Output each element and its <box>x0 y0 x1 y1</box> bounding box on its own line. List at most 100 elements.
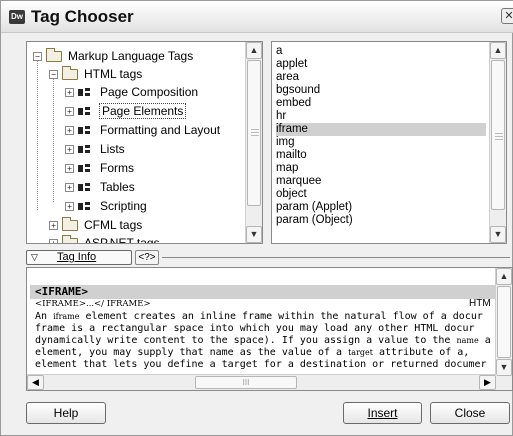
list-item[interactable]: param (Applet) <box>276 201 486 214</box>
dialog-title: Tag Chooser <box>31 7 134 26</box>
description-line: dynamically write content to the space).… <box>35 335 490 346</box>
description-line: element, you may supply that name as the… <box>35 347 470 358</box>
list-item[interactable]: img <box>276 136 486 149</box>
list-item[interactable]: applet <box>276 58 486 71</box>
title-bar[interactable]: Dw Tag Chooser ✕ <box>1 1 513 33</box>
dreamweaver-app-icon: Dw <box>9 10 25 24</box>
tree-item-label: Tables <box>100 180 135 194</box>
tree-item-html-tags[interactable]: − HTML tags <box>49 65 142 83</box>
list-item[interactable]: marquee <box>276 175 486 188</box>
tree-item-label: CFML tags <box>84 218 143 232</box>
tree-item-label: Scripting <box>100 199 147 213</box>
list-item[interactable]: object <box>276 188 486 201</box>
close-button-label: Close <box>454 406 486 420</box>
expand-icon[interactable]: + <box>65 126 74 136</box>
scroll-thumb[interactable] <box>497 286 511 358</box>
tree-item-markup-language-tags[interactable]: − Markup Language Tags <box>33 47 193 65</box>
close-window-icon[interactable]: ✕ <box>501 8 513 24</box>
tag-group-icon <box>78 201 92 212</box>
tree-item-tables[interactable]: + Tables <box>65 178 135 196</box>
tag-group-icon <box>78 125 92 136</box>
scroll-down-icon[interactable]: ▼ <box>496 359 512 376</box>
folder-icon <box>62 217 78 232</box>
scroll-left-icon[interactable]: ◀ <box>27 375 44 390</box>
tag-info-bar: ▽ Tag Info <?> <box>26 250 510 266</box>
expand-icon[interactable]: + <box>65 107 74 117</box>
scroll-thumb[interactable] <box>491 60 505 210</box>
tag-group-icon <box>78 144 92 155</box>
tag-group-icon <box>78 87 92 98</box>
expand-icon[interactable]: + <box>65 88 74 98</box>
description-line: element that lets you define a target fo… <box>35 359 487 370</box>
folder-icon <box>62 66 78 81</box>
tree-item-scripting[interactable]: + Scripting <box>65 197 147 215</box>
tree-item-label: Formatting and Layout <box>100 123 221 137</box>
collapse-icon[interactable]: − <box>33 52 42 62</box>
insert-button-label: Insert <box>367 406 398 420</box>
tree-item-lists[interactable]: + Lists <box>65 140 125 158</box>
code-hint-icon[interactable]: <?> <box>135 250 159 265</box>
description-line: frame is a rectangular space into which … <box>35 323 475 334</box>
scroll-up-icon[interactable]: ▲ <box>496 268 512 285</box>
tree-scrollbar[interactable]: ▲ ▼ <box>245 42 262 243</box>
close-button[interactable]: Close <box>430 402 510 424</box>
info-horizontal-scrollbar[interactable]: ◀ III ▶ <box>27 374 497 390</box>
tree-item-cfml-tags[interactable]: + CFML tags <box>49 216 142 234</box>
tag-syntax: <IFRAME>...</ IFRAME> <box>35 299 151 309</box>
scroll-down-icon[interactable]: ▼ <box>246 226 262 243</box>
expand-icon[interactable]: + <box>49 221 58 231</box>
list-item-selected[interactable]: iframe <box>276 123 486 136</box>
tag-group-icon <box>78 182 92 193</box>
tree-item-formatting-and-layout[interactable]: + Formatting and Layout <box>65 121 220 139</box>
scroll-up-icon[interactable]: ▲ <box>246 42 262 59</box>
list-item[interactable]: map <box>276 162 486 175</box>
expand-icon[interactable]: + <box>65 164 74 174</box>
expand-icon[interactable]: + <box>49 239 58 243</box>
tree-item-label: Page Composition <box>100 85 199 99</box>
collapse-icon[interactable]: − <box>49 70 58 80</box>
list-item[interactable]: embed <box>276 97 486 110</box>
help-button[interactable]: Help <box>26 402 106 424</box>
tree-item-page-elements[interactable]: + Page Elements <box>65 102 187 120</box>
list-item[interactable]: bgsound <box>276 84 486 97</box>
tag-group-icon <box>78 163 92 174</box>
help-button-label: Help <box>53 406 79 420</box>
description-line: An iframe element creates an inline fram… <box>35 311 483 322</box>
tree-item-aspnet-tags[interactable]: + ASP.NET tags <box>49 234 160 244</box>
tree-item-label: Forms <box>100 161 134 175</box>
tree-item-label: Markup Language Tags <box>68 49 194 63</box>
scroll-thumb[interactable] <box>247 60 261 206</box>
tree-item-label: Page Elements <box>98 103 187 119</box>
tab-tag-info[interactable]: ▽ Tag Info <box>26 250 132 265</box>
tag-group-icon <box>78 106 92 117</box>
tree-item-page-composition[interactable]: + Page Composition <box>65 83 198 101</box>
triangle-down-icon: ▽ <box>31 252 38 262</box>
folder-icon <box>62 235 78 243</box>
list-item[interactable]: hr <box>276 110 486 123</box>
scroll-thumb-horizontal[interactable]: III <box>195 376 297 389</box>
scroll-down-icon[interactable]: ▼ <box>490 226 506 243</box>
insert-button[interactable]: Insert <box>343 402 422 424</box>
tree-item-label: HTML tags <box>84 67 143 81</box>
tree-item-label: ASP.NET tags <box>84 236 160 244</box>
tree-item-forms[interactable]: + Forms <box>65 159 134 177</box>
tag-list-scrollbar[interactable]: ▲ ▼ <box>489 42 506 243</box>
folder-icon <box>46 48 62 63</box>
tag-info-title: <IFRAME> <box>30 285 495 299</box>
list-item[interactable]: param (Object) <box>276 214 486 227</box>
expand-icon[interactable]: + <box>65 202 74 212</box>
tag-info-panel: <IFRAME> <IFRAME>...</ IFRAME> HTM An if… <box>26 267 513 391</box>
tag-category-tree[interactable]: − Markup Language Tags − HTML tags + Page C… <box>26 41 263 244</box>
list-item[interactable]: mailto <box>276 149 486 162</box>
list-item[interactable]: a <box>276 45 486 58</box>
tree-connector <box>53 78 54 202</box>
info-scrollbar[interactable]: ▲ ▼ <box>495 268 512 390</box>
scroll-up-icon[interactable]: ▲ <box>490 42 506 59</box>
tree-connector <box>37 60 38 210</box>
reference-source: HTM <box>469 298 491 309</box>
expand-icon[interactable]: + <box>65 183 74 193</box>
scroll-right-icon[interactable]: ▶ <box>479 375 496 390</box>
expand-icon[interactable]: + <box>65 145 74 155</box>
list-item[interactable]: area <box>276 71 486 84</box>
tag-list[interactable]: a applet area bgsound embed hr iframe im… <box>271 41 507 244</box>
